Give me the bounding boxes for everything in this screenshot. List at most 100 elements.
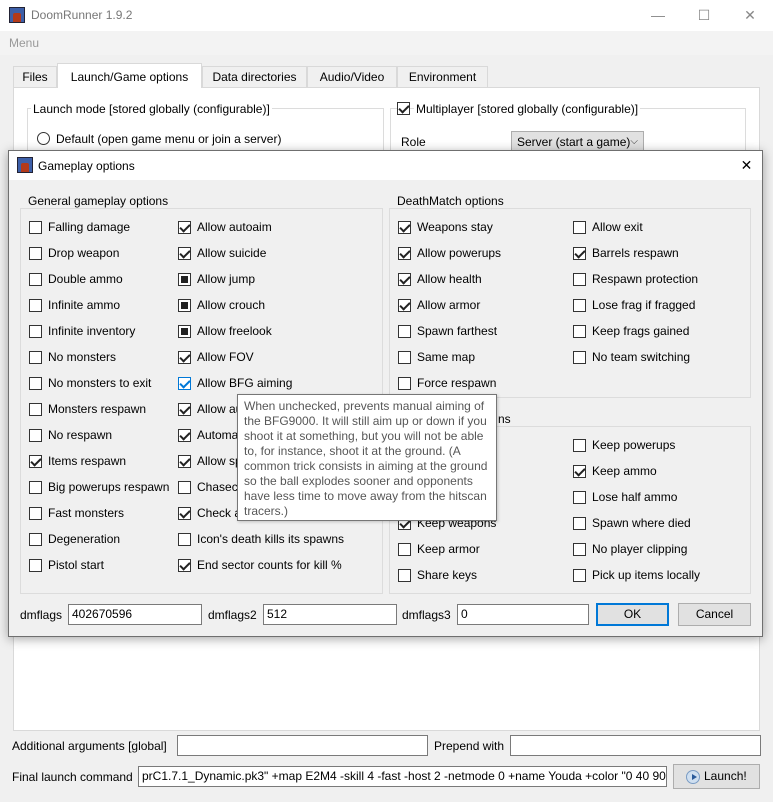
additional-args-label: Additional arguments [global] — [12, 739, 167, 753]
checkbox[interactable] — [178, 221, 191, 234]
checkbox[interactable] — [178, 481, 191, 494]
option-label: Infinite inventory — [48, 324, 136, 338]
checkbox[interactable] — [398, 377, 411, 390]
multiplayer-checkbox[interactable] — [397, 102, 410, 115]
checkbox[interactable] — [29, 559, 42, 572]
option-label: No team switching — [592, 350, 691, 364]
prepend-input[interactable] — [510, 735, 761, 756]
checkbox[interactable] — [178, 325, 191, 338]
tab-audio-video[interactable]: Audio/Video — [307, 66, 397, 88]
checkbox[interactable] — [573, 517, 586, 530]
option-label: Force respawn — [417, 376, 497, 390]
option-label: Allow jump — [197, 272, 256, 286]
option-label: Big powerups respawn — [48, 480, 170, 494]
launch-label: Launch! — [704, 769, 747, 783]
checkbox[interactable] — [573, 543, 586, 556]
option-label: Lose frag if fragged — [592, 298, 696, 312]
play-icon — [686, 770, 700, 784]
tab-data-directories[interactable]: Data directories — [202, 66, 307, 88]
checkbox[interactable] — [398, 221, 411, 234]
checkbox[interactable] — [573, 351, 586, 364]
launch-button[interactable]: Launch! — [673, 764, 760, 789]
tab-environment[interactable]: Environment — [397, 66, 488, 88]
option-label: No monsters to exit — [48, 376, 152, 390]
checkbox[interactable] — [573, 325, 586, 338]
checkbox[interactable] — [178, 403, 191, 416]
checkbox[interactable] — [398, 569, 411, 582]
checkbox[interactable] — [29, 533, 42, 546]
checkbox[interactable] — [29, 455, 42, 468]
dmflags-input[interactable]: 402670596 — [68, 604, 202, 625]
maximize-button[interactable]: ☐ — [681, 0, 727, 31]
window-title: DoomRunner 1.9.2 — [31, 8, 133, 22]
general-gameplay-title: General gameplay options — [27, 194, 170, 208]
checkbox[interactable] — [398, 543, 411, 556]
checkbox[interactable] — [29, 507, 42, 520]
option-label: Keep ammo — [592, 464, 657, 478]
checkbox[interactable] — [573, 439, 586, 452]
minimize-button[interactable]: — — [635, 0, 681, 31]
checkbox[interactable] — [29, 221, 42, 234]
app-icon — [9, 7, 25, 23]
checkbox[interactable] — [398, 351, 411, 364]
close-button[interactable]: ✕ — [727, 0, 773, 31]
checkbox[interactable] — [573, 491, 586, 504]
checkbox[interactable] — [178, 273, 191, 286]
checkbox[interactable] — [178, 507, 191, 520]
tab-files[interactable]: Files — [13, 66, 57, 88]
checkbox[interactable] — [29, 351, 42, 364]
checkbox[interactable] — [29, 429, 42, 442]
dialog-close-button[interactable]: ✕ — [731, 151, 762, 180]
option-label: Falling damage — [48, 220, 131, 234]
option-label: Infinite ammo — [48, 298, 121, 312]
checkbox[interactable] — [29, 325, 42, 338]
checkbox[interactable] — [178, 351, 191, 364]
option-label: End sector counts for kill % — [197, 558, 342, 572]
ok-button[interactable]: OK — [596, 603, 669, 626]
default-launch-radio[interactable] — [37, 132, 50, 145]
checkbox[interactable] — [398, 325, 411, 338]
checkbox[interactable] — [573, 465, 586, 478]
main-titlebar: DoomRunner 1.9.2 — ☐ ✕ — [0, 0, 773, 31]
checkbox[interactable] — [178, 247, 191, 260]
checkbox[interactable] — [29, 481, 42, 494]
checkbox[interactable] — [398, 299, 411, 312]
option-label: Check a — [197, 506, 242, 520]
checkbox[interactable] — [178, 533, 191, 546]
cancel-button[interactable]: Cancel — [678, 603, 751, 626]
checkbox[interactable] — [178, 429, 191, 442]
checkbox[interactable] — [178, 377, 191, 390]
checkbox[interactable] — [398, 273, 411, 286]
final-command-input[interactable]: prC1.7.1_Dynamic.pk3" +map E2M4 -skill 4… — [138, 766, 667, 787]
option-label: Pick up items locally — [592, 568, 701, 582]
dmflags2-input[interactable]: 512 — [263, 604, 397, 625]
additional-args-input[interactable] — [177, 735, 428, 756]
dmflags3-input[interactable]: 0 — [457, 604, 589, 625]
checkbox[interactable] — [573, 299, 586, 312]
checkbox[interactable] — [573, 273, 586, 286]
checkbox[interactable] — [29, 247, 42, 260]
checkbox[interactable] — [178, 299, 191, 312]
checkbox[interactable] — [398, 247, 411, 260]
option-label: Allow armor — [417, 298, 481, 312]
option-label: Keep armor — [417, 542, 480, 556]
checkbox[interactable] — [29, 273, 42, 286]
option-label: Fast monsters — [48, 506, 125, 520]
checkbox[interactable] — [178, 455, 191, 468]
checkbox[interactable] — [573, 247, 586, 260]
dmflags3-label: dmflags3 — [402, 608, 451, 622]
tab-launch-game-options[interactable]: Launch/Game options — [57, 63, 202, 88]
dialog-titlebar: Gameplay options ✕ — [9, 151, 762, 180]
option-label: Allow powerups — [417, 246, 502, 260]
option-label: Allow FOV — [197, 350, 254, 364]
prepend-label: Prepend with — [434, 739, 505, 753]
checkbox[interactable] — [29, 377, 42, 390]
checkbox[interactable] — [29, 403, 42, 416]
checkbox[interactable] — [573, 221, 586, 234]
checkbox[interactable] — [29, 299, 42, 312]
menu-item[interactable]: Menu — [9, 36, 39, 50]
checkbox[interactable] — [178, 559, 191, 572]
option-label: No respawn — [48, 428, 113, 442]
deathmatch-title: DeathMatch options — [396, 194, 505, 208]
checkbox[interactable] — [573, 569, 586, 582]
